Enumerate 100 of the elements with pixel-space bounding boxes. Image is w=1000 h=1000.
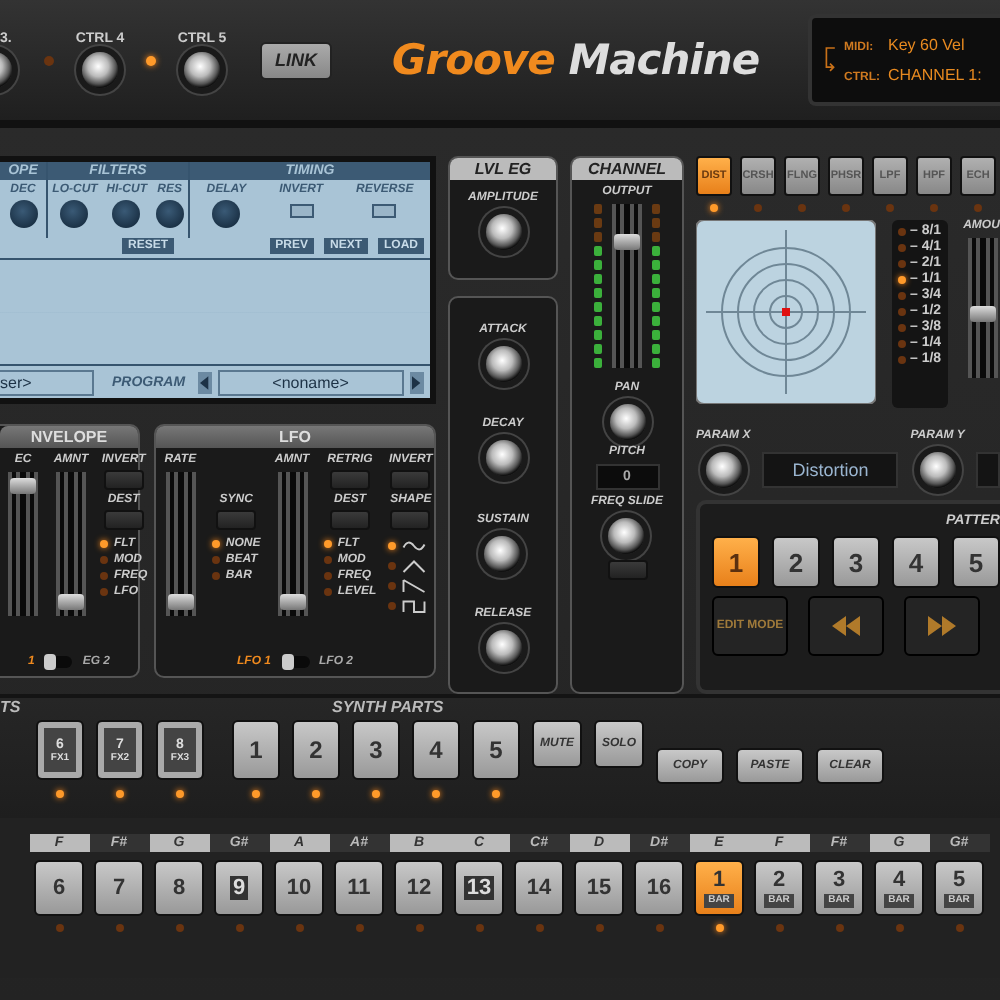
led-indicator (175, 924, 183, 932)
pattern-button[interactable]: 4 (892, 536, 940, 588)
step-button[interactable]: 8 (154, 860, 204, 916)
led-indicator (432, 790, 440, 798)
led-indicator (974, 204, 982, 212)
group-label: TS (0, 698, 23, 716)
fader-thumb[interactable] (58, 593, 84, 610)
knob[interactable] (484, 535, 521, 572)
knob[interactable] (485, 629, 521, 666)
knob[interactable] (9, 200, 37, 228)
part-button[interactable]: 2 (292, 720, 340, 780)
previous-arrow-icon[interactable] (197, 371, 212, 393)
led-indicator (56, 790, 64, 798)
led-indicator (372, 790, 380, 798)
led-indicator (116, 790, 124, 798)
knob[interactable] (485, 440, 521, 477)
value-field (976, 452, 1000, 488)
pattern-button[interactable]: 5 (952, 536, 1000, 588)
knob[interactable] (82, 52, 118, 88)
panel-title: NVELOPE (0, 426, 138, 448)
part-button[interactable]: 3 (352, 720, 400, 780)
display-value: Key 60 Vel (888, 36, 965, 54)
saw-wave-icon (402, 578, 427, 594)
led-indicator (842, 204, 850, 212)
toggle-switch[interactable] (281, 656, 309, 668)
sine-wave-icon (402, 538, 427, 554)
led-indicator (415, 924, 423, 932)
part-button[interactable]: 1 (232, 720, 280, 780)
knob[interactable] (608, 518, 645, 554)
knob[interactable] (212, 200, 241, 228)
knob[interactable] (184, 52, 220, 88)
xy-pad[interactable] (696, 220, 876, 404)
rewind-button[interactable] (808, 596, 884, 656)
led-indicator (55, 924, 63, 932)
fader-thumb[interactable] (969, 306, 996, 323)
pattern-button[interactable]: 2 (772, 536, 820, 588)
panel-title: LVL EG (450, 158, 556, 180)
led-indicator (835, 924, 843, 932)
toggle-switch[interactable] (44, 656, 73, 668)
triangle-wave-icon (402, 558, 427, 574)
fader-thumb[interactable] (279, 593, 306, 610)
fader-thumb[interactable] (10, 478, 36, 495)
rewind-icon (832, 616, 860, 636)
led-indicator (355, 924, 363, 932)
led-indicator (655, 924, 663, 932)
knob[interactable] (60, 200, 89, 228)
step-button[interactable]: 13 (454, 860, 504, 916)
led-indicator (715, 924, 723, 932)
toggle-switch[interactable] (372, 204, 397, 218)
led-indicator (492, 790, 500, 798)
knob[interactable] (919, 452, 956, 488)
toggle-switch[interactable] (289, 204, 314, 218)
knob[interactable] (155, 200, 184, 228)
part-button[interactable]: 5 (472, 720, 520, 780)
square-wave-icon (402, 598, 427, 614)
panel-title: CHANNEL (572, 158, 682, 180)
step-button[interactable]: 10 (274, 860, 324, 916)
step-button[interactable]: 12 (394, 860, 444, 916)
step-button[interactable]: 14 (514, 860, 564, 916)
led-indicator (176, 790, 184, 798)
step-button[interactable]: 6 (34, 860, 84, 916)
led-indicator (475, 924, 483, 932)
led-indicator (930, 204, 938, 212)
step-button[interactable]: 16 (634, 860, 684, 916)
led-indicator (252, 790, 260, 798)
effect-name-field: Distortion (762, 452, 899, 488)
pattern-button[interactable]: 1 (712, 536, 760, 588)
knob[interactable] (705, 452, 742, 488)
knob[interactable] (485, 346, 521, 383)
link-button[interactable]: LINK (260, 41, 332, 79)
fader-thumb[interactable] (614, 233, 640, 250)
fast-forward-button[interactable] (904, 596, 980, 656)
led-indicator (295, 924, 303, 932)
led-indicator (235, 924, 243, 932)
pattern-button[interactable]: 3 (832, 536, 880, 588)
led-indicator (535, 924, 543, 932)
led-indicator (710, 204, 718, 212)
knob[interactable] (112, 200, 141, 228)
led-indicator (886, 204, 894, 212)
led-indicator (312, 790, 320, 798)
knob[interactable] (609, 404, 645, 440)
step-button[interactable]: 15 (574, 860, 624, 916)
step-button[interactable]: 9 (214, 860, 264, 916)
display-value: CHANNEL 1: (888, 66, 982, 84)
led-indicator (798, 204, 806, 212)
led-indicator (754, 204, 762, 212)
part-button[interactable]: 4 (412, 720, 460, 780)
led-indicator (775, 924, 783, 932)
step-button[interactable]: 7 (94, 860, 144, 916)
led-indicator (895, 924, 903, 932)
led-indicator (595, 924, 603, 932)
next-arrow-icon[interactable] (410, 371, 424, 393)
fast-forward-icon (928, 616, 956, 636)
step-button[interactable]: 11 (334, 860, 384, 916)
sample-field[interactable]: ser> (0, 369, 94, 395)
panel-title: LFO (156, 426, 434, 448)
fader-thumb[interactable] (167, 593, 194, 610)
program-field[interactable]: <noname> (217, 369, 404, 395)
knob[interactable] (485, 214, 521, 250)
led-indicator (955, 924, 963, 932)
